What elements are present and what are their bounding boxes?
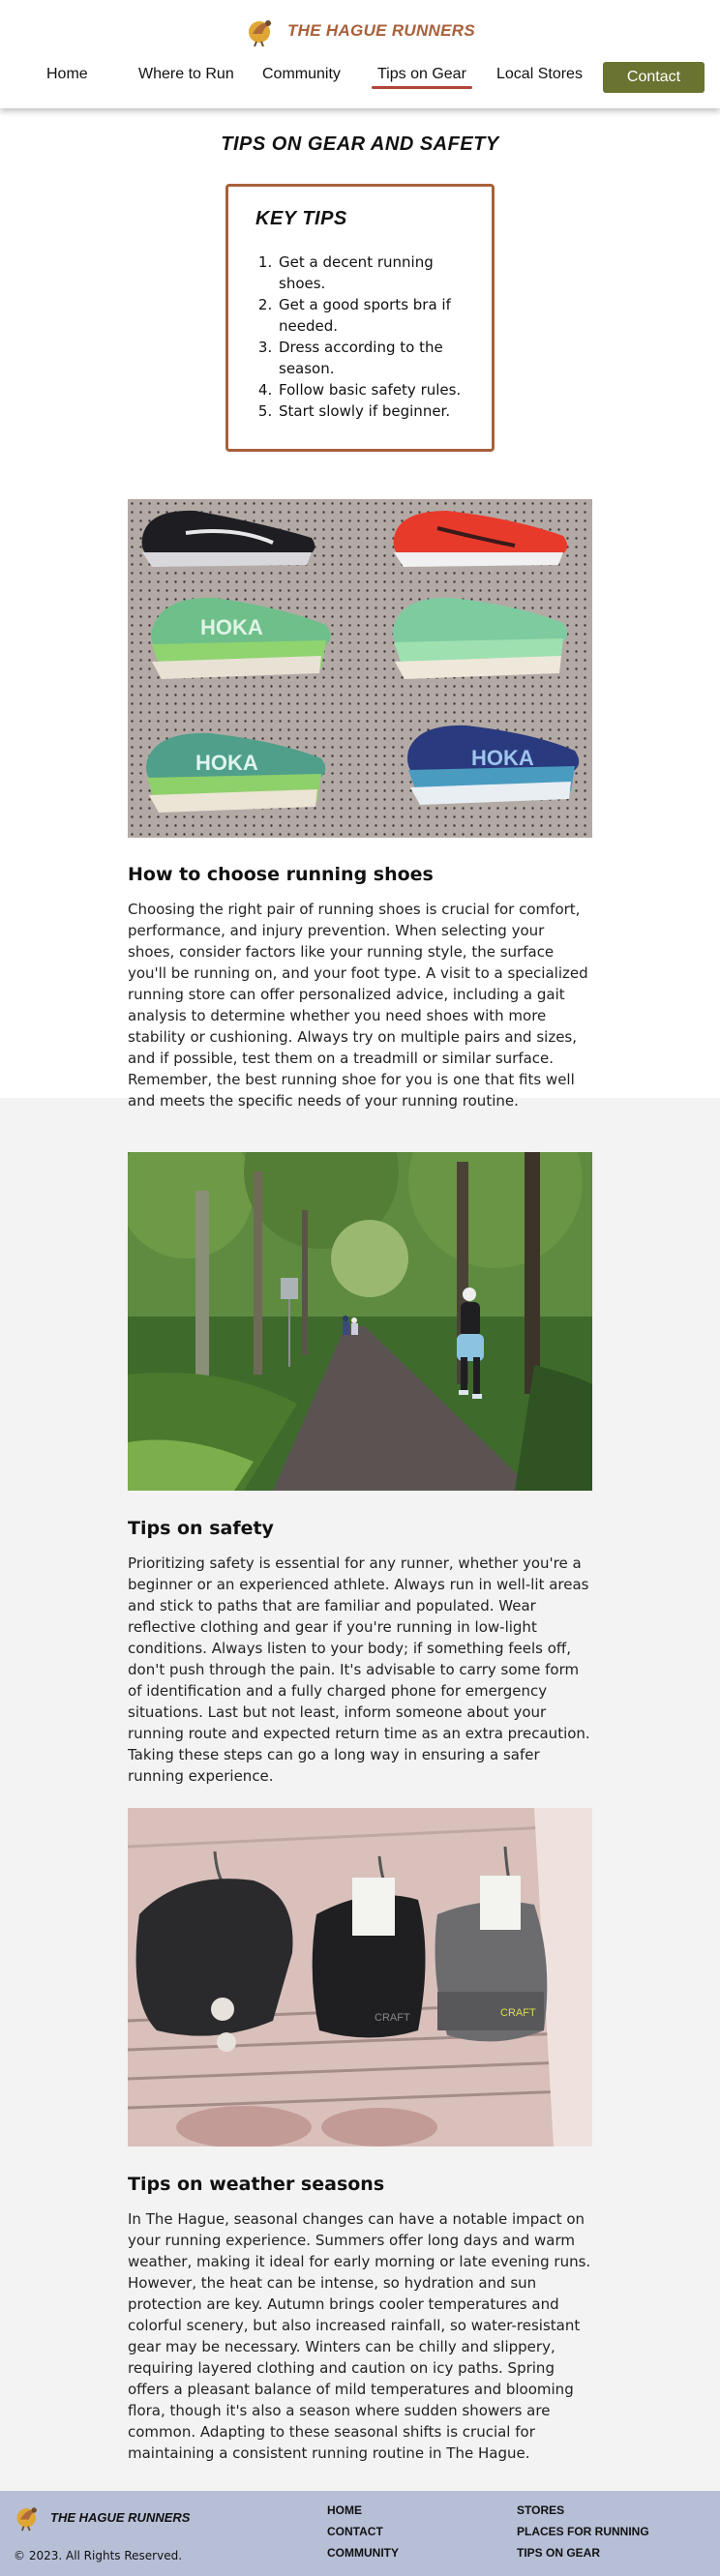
footer-brand[interactable]: THE HAGUE RUNNERS bbox=[14, 2502, 190, 2532]
section-text-weather: In The Hague, seasonal changes can have … bbox=[128, 2210, 591, 2462]
nav-where-to-run[interactable]: Where to Run bbox=[138, 66, 234, 83]
footer-link-community[interactable]: COMMUNITY bbox=[327, 2546, 399, 2560]
page-title: TIPS ON GEAR AND SAFETY bbox=[221, 133, 499, 155]
site-header: THE HAGUE RUNNERS Home Where to Run Comm… bbox=[0, 0, 720, 108]
key-tip-item: Get a good sports bra if needed. bbox=[277, 294, 466, 337]
section-text-shoes: Choosing the right pair of running shoes… bbox=[128, 901, 588, 1110]
footer-link-stores[interactable]: STORES bbox=[517, 2503, 564, 2517]
running-beanies-photo: CRAFT CRAFT bbox=[128, 1808, 592, 2147]
nav-local-stores[interactable]: Local Stores bbox=[496, 66, 583, 83]
footer-link-places[interactable]: PLACES FOR RUNNING bbox=[517, 2525, 649, 2538]
nav-home[interactable]: Home bbox=[46, 66, 88, 83]
running-shoes-display-photo: HOKA HOKA HOKA bbox=[128, 499, 592, 838]
footer-link-tips-on-gear[interactable]: TIPS ON GEAR bbox=[517, 2546, 600, 2560]
svg-text:HOKA: HOKA bbox=[200, 615, 263, 639]
svg-text:CRAFT: CRAFT bbox=[375, 2012, 410, 2024]
copyright: © 2023. All Rights Reserved. bbox=[14, 2549, 183, 2562]
nav-tips-on-gear[interactable]: Tips on Gear bbox=[372, 66, 472, 89]
key-tip-item: Get a decent running shoes. bbox=[277, 252, 466, 294]
contact-button[interactable]: Contact bbox=[603, 62, 705, 93]
key-tips-title: KEY TIPS bbox=[255, 208, 347, 229]
key-tips-list: Get a decent running shoes. Get a good s… bbox=[255, 252, 466, 422]
section-title-shoes: How to choose running shoes bbox=[128, 864, 434, 885]
key-tip-item: Follow basic safety rules. bbox=[277, 379, 466, 400]
key-tip-item: Start slowly if beginner. bbox=[277, 400, 466, 422]
site-footer: THE HAGUE RUNNERS © 2023. All Rights Res… bbox=[0, 2491, 720, 2576]
brand-name: THE HAGUE RUNNERS bbox=[286, 21, 475, 40]
section-title-weather: Tips on weather seasons bbox=[128, 2174, 385, 2195]
footer-link-contact[interactable]: CONTACT bbox=[327, 2525, 383, 2538]
key-tips-box: KEY TIPS Get a decent running shoes. Get… bbox=[225, 184, 495, 452]
footer-brand-name: THE HAGUE RUNNERS bbox=[50, 2509, 191, 2525]
nav-community[interactable]: Community bbox=[262, 66, 341, 83]
svg-text:CRAFT: CRAFT bbox=[500, 2007, 536, 2019]
section-title-safety: Tips on safety bbox=[128, 1518, 274, 1539]
footer-link-home[interactable]: HOME bbox=[327, 2503, 362, 2517]
runner-bird-logo-icon bbox=[248, 20, 272, 47]
svg-text:HOKA: HOKA bbox=[471, 746, 534, 770]
section-text-safety: Prioritizing safety is essential for any… bbox=[128, 1554, 590, 1785]
svg-text:HOKA: HOKA bbox=[195, 751, 258, 775]
brand[interactable]: THE HAGUE RUNNERS bbox=[0, 12, 720, 50]
main-nav: Home Where to Run Community Tips on Gear… bbox=[0, 60, 720, 95]
forest-path-runner-photo bbox=[128, 1152, 592, 1491]
runner-bird-logo-icon bbox=[16, 2507, 38, 2532]
key-tip-item: Dress according to the season. bbox=[277, 337, 466, 379]
